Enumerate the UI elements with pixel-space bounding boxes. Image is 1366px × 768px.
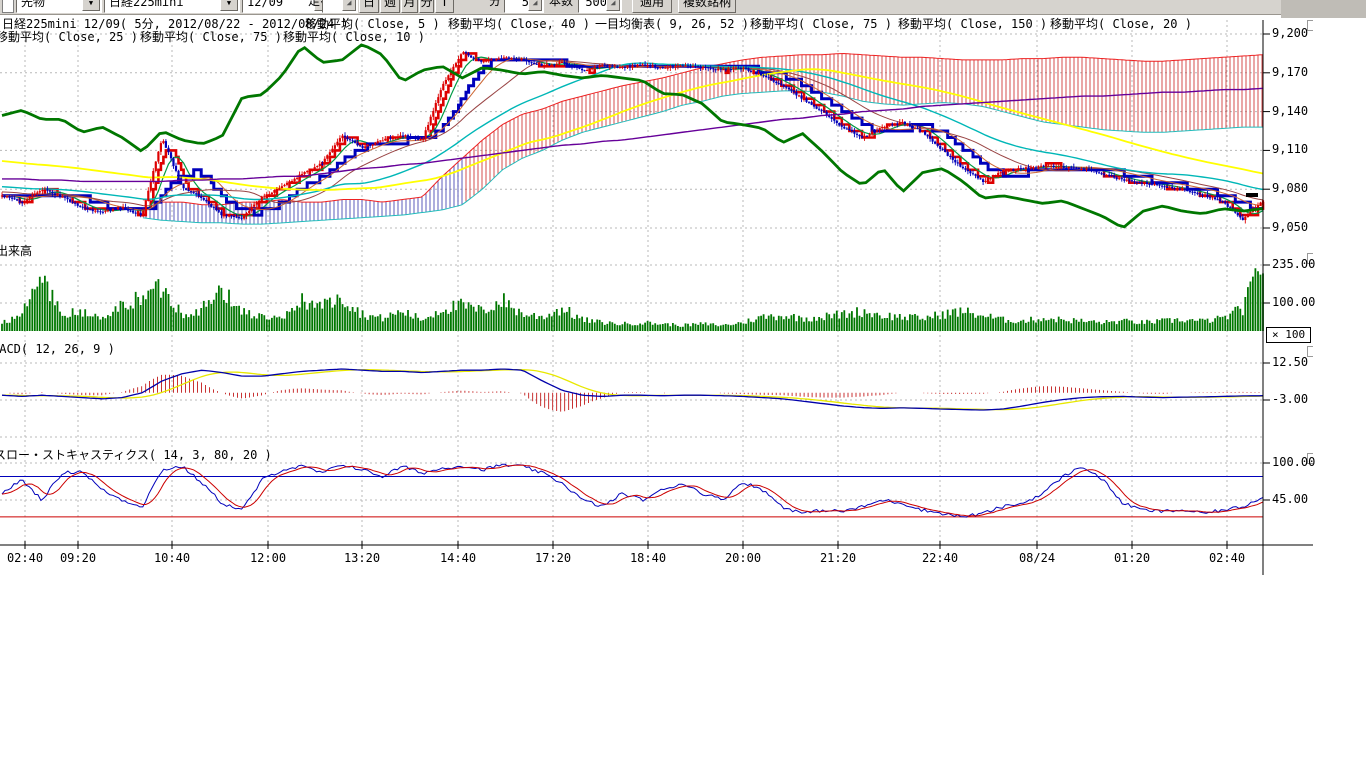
minute-label: 分 [489,0,501,13]
ashi-label: 足 [308,0,320,13]
axis-tick-label: 9,080 [1272,181,1308,195]
chart-application-window: 先物 ▼ 日経225mini ▼ 12/09 ▼ 足 ◢ 日 週 月 分 T 分… [0,0,1366,768]
period-month-button[interactable]: 月 [401,0,418,13]
chart-canvas [0,0,1366,768]
indicator-legend: 移動平均( Close, 40 ) [448,15,590,32]
axis-tick-label: 100.00 [1272,295,1315,309]
spinner-icon[interactable]: ◢ [528,0,542,11]
time-axis-label: 02:40 [1209,551,1245,565]
axis-tick-label: 235.00 [1272,257,1315,271]
axis-tick-label: 9,200 [1272,26,1308,40]
volume-panel-label: 出来高 [0,242,32,259]
bars-input[interactable]: 500 ◢ [578,0,622,13]
apply-button[interactable]: 適用 [632,0,672,13]
axis-tick-label: 9,140 [1272,104,1308,118]
bars-label: 本数 [549,0,573,13]
time-axis-label: 17:20 [535,551,571,565]
spinner-icon[interactable]: ◢ [342,0,356,11]
time-axis-label: 12:00 [250,551,286,565]
time-axis-label: 18:40 [630,551,666,565]
time-axis-label: 21:20 [820,551,856,565]
indicator-legend: 移動平均( Close, 25 ) [0,28,138,45]
symbol-type-value: 先物 [21,0,45,9]
app-icon [2,0,14,13]
symbol-type-dropdown[interactable]: 先物 ▼ [16,0,102,13]
indicator-legend: 一目均衡表( 9, 26, 52 ) [595,15,749,32]
minute-input[interactable]: 5 ◢ [504,0,544,13]
time-axis-label: 01:20 [1114,551,1150,565]
axis-tick-label: 9,050 [1272,220,1308,234]
stochastics-panel-label: スロー・ストキャスティクス( 14, 3, 80, 20 ) [0,446,272,463]
period-tick-button[interactable]: T [435,0,454,13]
time-axis-label: 08/24 [1019,551,1055,565]
contract-value: 12/09 [247,0,283,9]
time-axis-label: 02:40 [7,551,43,565]
symbol-dropdown[interactable]: 日経225mini ▼ [104,0,240,13]
chevron-down-icon[interactable]: ▼ [82,0,100,11]
chevron-down-icon[interactable]: ▼ [220,0,238,11]
axis-tick-label: 9,110 [1272,142,1308,156]
axis-tick-label: 12.50 [1272,355,1308,369]
time-axis-label: 14:40 [440,551,476,565]
period-minute-button[interactable]: 分 [419,0,434,13]
indicator-legend: 移動平均( Close, 10 ) [283,28,425,45]
time-axis-label: 22:40 [922,551,958,565]
contract-dropdown[interactable]: 12/09 ▼ [242,0,334,13]
axis-tick-label: -3.00 [1272,392,1308,406]
indicator-legend: 移動平均( Close, 75 ) [140,28,282,45]
period-day-button[interactable]: 日 [359,0,379,13]
volume-multiplier-badge: × 100 [1266,327,1311,343]
time-axis-label: 20:00 [725,551,761,565]
macd-panel-label: MACD( 12, 26, 9 ) [0,342,115,356]
multi-symbol-button[interactable]: 複数銘柄 [678,0,736,13]
indicator-legend: 移動平均( Close, 20 ) [1050,15,1192,32]
indicator-legend: 移動平均( Close, 75 ) [750,15,892,32]
symbol-value: 日経225mini [109,0,184,9]
ashi-input[interactable]: ◢ [322,0,358,13]
time-axis-label: 13:20 [344,551,380,565]
period-week-button[interactable]: 週 [380,0,400,13]
axis-tick-label: 100.00 [1272,455,1315,469]
spinner-icon[interactable]: ◢ [606,0,620,11]
axis-tick-label: 9,170 [1272,65,1308,79]
time-axis-label: 09:20 [60,551,96,565]
time-axis-label: 10:40 [154,551,190,565]
axis-tick-label: 45.00 [1272,492,1308,506]
toolbar: 先物 ▼ 日経225mini ▼ 12/09 ▼ 足 ◢ 日 週 月 分 T 分… [0,0,1281,15]
indicator-legend: 移動平均( Close, 150 ) [898,15,1047,32]
